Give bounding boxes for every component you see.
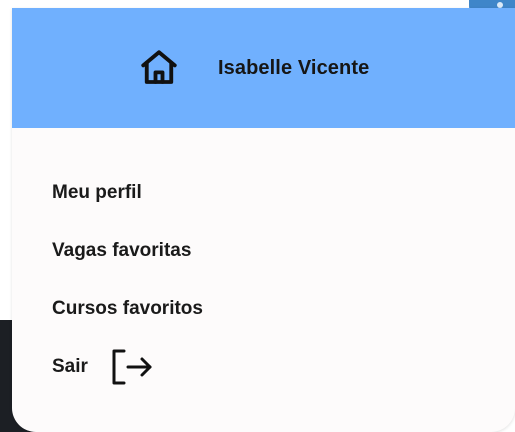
menu-item-vagas-favoritas[interactable]: Vagas favoritas: [52, 222, 203, 280]
app-screen: Isabelle Vicente Meu perfil Vagas favori…: [0, 0, 515, 432]
menu-item-label: Vagas favoritas: [52, 240, 192, 261]
menu-item-cursos-favoritos[interactable]: Cursos favoritos: [52, 280, 203, 338]
user-name: Isabelle Vicente: [218, 56, 370, 79]
menu-item-meu-perfil[interactable]: Meu perfil: [52, 164, 203, 222]
menu-item-label: Sair: [52, 356, 88, 377]
menu-list: Meu perfil Vagas favoritas Cursos favori…: [52, 128, 203, 396]
menu-header: Isabelle Vicente: [12, 8, 515, 128]
menu-item-label: Cursos favoritos: [52, 298, 203, 319]
home-button[interactable]: [136, 45, 182, 91]
menu-item-label: Meu perfil: [52, 182, 142, 203]
home-icon: [141, 50, 177, 84]
side-menu-panel: Isabelle Vicente Meu perfil Vagas favori…: [12, 8, 515, 432]
logout-icon: [110, 344, 156, 390]
menu-item-sair[interactable]: Sair: [52, 338, 203, 396]
